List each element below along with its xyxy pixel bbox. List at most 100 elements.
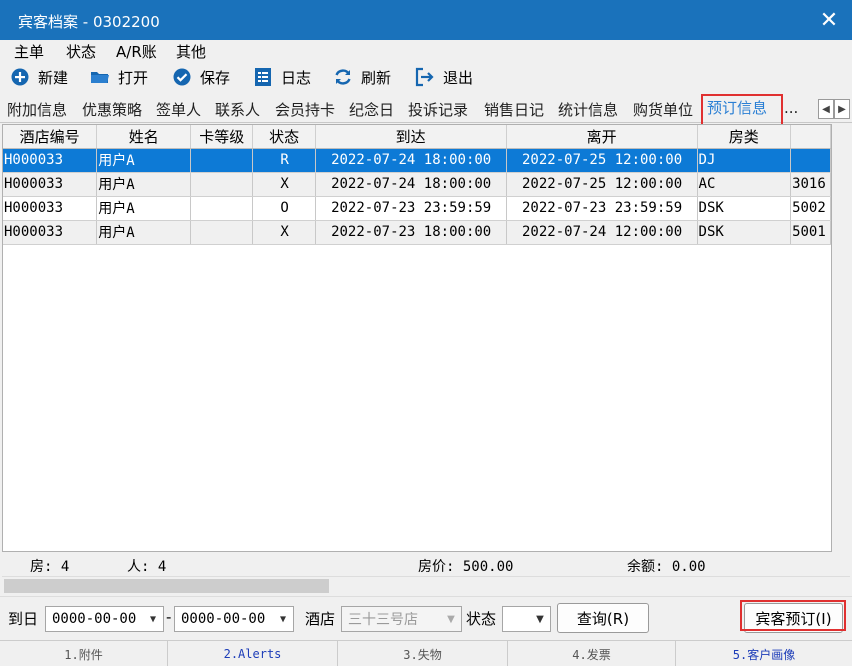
log-label: 日志 bbox=[281, 68, 312, 87]
cell-extra: 5002 bbox=[790, 196, 831, 221]
menu-ar[interactable]: A/R账 bbox=[116, 41, 157, 62]
status-alerts[interactable]: 2.Alerts bbox=[168, 641, 338, 666]
status-label: 状态 bbox=[466, 610, 497, 628]
col-status[interactable]: 状态 bbox=[252, 125, 316, 149]
chevron-down-icon: ▼ bbox=[447, 613, 455, 625]
cell-level bbox=[190, 148, 254, 173]
tab-highlight-box bbox=[701, 94, 783, 126]
status-select[interactable]: ▼ bbox=[502, 606, 551, 632]
tab-sales-diary[interactable]: 销售日记 bbox=[484, 99, 544, 120]
cell-arrival: 2022-07-23 18:00:00 bbox=[315, 220, 507, 245]
person-count: 人: 4 bbox=[127, 559, 167, 575]
menu-main[interactable]: 主单 bbox=[14, 41, 44, 62]
chevron-down-icon[interactable]: ▼ bbox=[273, 607, 293, 631]
tab-more[interactable]: ... bbox=[784, 99, 798, 117]
status-invoice[interactable]: 4.发票 bbox=[508, 641, 676, 666]
cell-room-type: DSK bbox=[697, 220, 792, 245]
cell-extra bbox=[790, 148, 831, 173]
refresh-button[interactable]: 刷新 bbox=[333, 65, 391, 89]
grid-vertical-scrollbar[interactable] bbox=[832, 124, 850, 552]
cell-name: 用户A bbox=[96, 148, 192, 173]
log-icon bbox=[253, 67, 273, 87]
table-row[interactable]: H000033 用户A R 2022-07-24 18:00:00 2022-0… bbox=[3, 148, 831, 173]
cell-hotel: H000033 bbox=[3, 148, 98, 173]
new-label: 新建 bbox=[38, 68, 69, 87]
hotel-select[interactable]: 三十三号店 ▼ bbox=[341, 606, 462, 632]
tab-anniversary[interactable]: 纪念日 bbox=[349, 99, 394, 120]
check-circle-icon bbox=[172, 67, 192, 87]
cell-hotel: H000033 bbox=[3, 220, 98, 245]
exit-button[interactable]: 退出 bbox=[415, 65, 473, 89]
col-arrival[interactable]: 到达 bbox=[315, 125, 507, 149]
log-button[interactable]: 日志 bbox=[253, 65, 311, 89]
cell-departure: 2022-07-24 12:00:00 bbox=[506, 220, 698, 245]
cell-room-type: AC bbox=[697, 172, 792, 197]
col-room-type[interactable]: 房类 bbox=[697, 125, 792, 149]
status-lost-found[interactable]: 3.失物 bbox=[338, 641, 508, 666]
date-to-picker[interactable]: 0000-00-00 ▼ bbox=[174, 606, 294, 632]
refresh-label: 刷新 bbox=[361, 68, 392, 87]
cell-room-type: DJ bbox=[697, 148, 792, 173]
menu-status[interactable]: 状态 bbox=[66, 41, 96, 62]
save-button[interactable]: 保存 bbox=[172, 65, 230, 89]
tab-additional-info[interactable]: 附加信息 bbox=[7, 99, 67, 120]
col-card-level[interactable]: 卡等级 bbox=[190, 125, 254, 149]
cell-status: R bbox=[252, 148, 316, 173]
tab-contacts[interactable]: 联系人 bbox=[215, 99, 260, 120]
chevron-down-icon[interactable]: ▼ bbox=[143, 607, 163, 631]
reservation-table: 酒店编号 姓名 卡等级 状态 到达 离开 房类 H000033 用户A R 20… bbox=[3, 125, 831, 245]
new-button[interactable]: 新建 bbox=[10, 65, 68, 89]
tab-purchasing-unit[interactable]: 购货单位 bbox=[633, 99, 693, 120]
table-row[interactable]: H000033 用户A O 2022-07-23 23:59:59 2022-0… bbox=[3, 196, 831, 221]
col-hotel-code[interactable]: 酒店编号 bbox=[3, 125, 98, 149]
date-to-value: 0000-00-00 bbox=[181, 611, 266, 627]
table-header: 酒店编号 姓名 卡等级 状态 到达 离开 房类 bbox=[3, 125, 831, 149]
balance: 余额: 0.00 bbox=[627, 559, 706, 575]
date-from-value: 0000-00-00 bbox=[52, 611, 137, 627]
table-row[interactable]: H000033 用户A X 2022-07-23 18:00:00 2022-0… bbox=[3, 220, 831, 245]
tab-complaints[interactable]: 投诉记录 bbox=[408, 99, 468, 120]
open-button[interactable]: 打开 bbox=[90, 65, 148, 89]
date-from-picker[interactable]: 0000-00-00 ▼ bbox=[45, 606, 164, 632]
tab-member-card[interactable]: 会员持卡 bbox=[275, 99, 335, 120]
plus-circle-icon bbox=[10, 67, 30, 87]
status-customer-profile[interactable]: 5.客户画像 bbox=[676, 641, 852, 666]
status-bar: 1.附件 2.Alerts 3.失物 4.发票 5.客户画像 bbox=[0, 640, 852, 666]
close-icon[interactable]: ✕ bbox=[806, 0, 852, 40]
scrollbar-thumb[interactable] bbox=[4, 579, 329, 593]
grid-horizontal-scrollbar[interactable] bbox=[2, 576, 850, 594]
summary-bar: 房: 4 人: 4 房价: 500.00 余额: 0.00 bbox=[0, 552, 852, 576]
tab-statistics[interactable]: 统计信息 bbox=[558, 99, 618, 120]
col-departure[interactable]: 离开 bbox=[506, 125, 698, 149]
cell-status: X bbox=[252, 220, 316, 245]
cell-departure: 2022-07-23 23:59:59 bbox=[506, 196, 698, 221]
tab-scroll-right-icon[interactable]: ▶ bbox=[834, 99, 850, 119]
toolbar: 新建 打开 保存 日志 刷新 退出 bbox=[0, 62, 852, 92]
query-button[interactable]: 查询(R) bbox=[557, 603, 649, 633]
window-title: 宾客档案 - 0302200 bbox=[18, 13, 160, 31]
tab-scroll: ◀ ▶ bbox=[818, 99, 850, 119]
col-extra[interactable] bbox=[790, 125, 831, 149]
cell-extra: 3016 bbox=[790, 172, 831, 197]
cell-arrival: 2022-07-23 23:59:59 bbox=[315, 196, 507, 221]
cell-level bbox=[190, 172, 254, 197]
chevron-down-icon[interactable]: ▼ bbox=[530, 607, 550, 631]
cell-departure: 2022-07-25 12:00:00 bbox=[506, 148, 698, 173]
cell-hotel: H000033 bbox=[3, 172, 98, 197]
tab-signer[interactable]: 签单人 bbox=[156, 99, 201, 120]
hotel-value: 三十三号店 bbox=[348, 612, 418, 628]
date-separator: - bbox=[166, 608, 172, 626]
menu-other[interactable]: 其他 bbox=[176, 41, 206, 62]
menu-bar: 主单 状态 A/R账 其他 bbox=[0, 40, 852, 62]
cell-name: 用户A bbox=[96, 196, 192, 221]
title-bar: 宾客档案 - 0302200 ✕ bbox=[0, 0, 852, 40]
cell-name: 用户A bbox=[96, 172, 192, 197]
table-row[interactable]: H000033 用户A X 2022-07-24 18:00:00 2022-0… bbox=[3, 172, 831, 197]
col-name[interactable]: 姓名 bbox=[96, 125, 192, 149]
tab-scroll-left-icon[interactable]: ◀ bbox=[818, 99, 834, 119]
cell-status: X bbox=[252, 172, 316, 197]
status-attachments[interactable]: 1.附件 bbox=[0, 641, 168, 666]
cell-hotel: H000033 bbox=[3, 196, 98, 221]
tab-discount-policy[interactable]: 优惠策略 bbox=[82, 99, 142, 120]
reservation-grid: 酒店编号 姓名 卡等级 状态 到达 离开 房类 H000033 用户A R 20… bbox=[2, 124, 832, 552]
